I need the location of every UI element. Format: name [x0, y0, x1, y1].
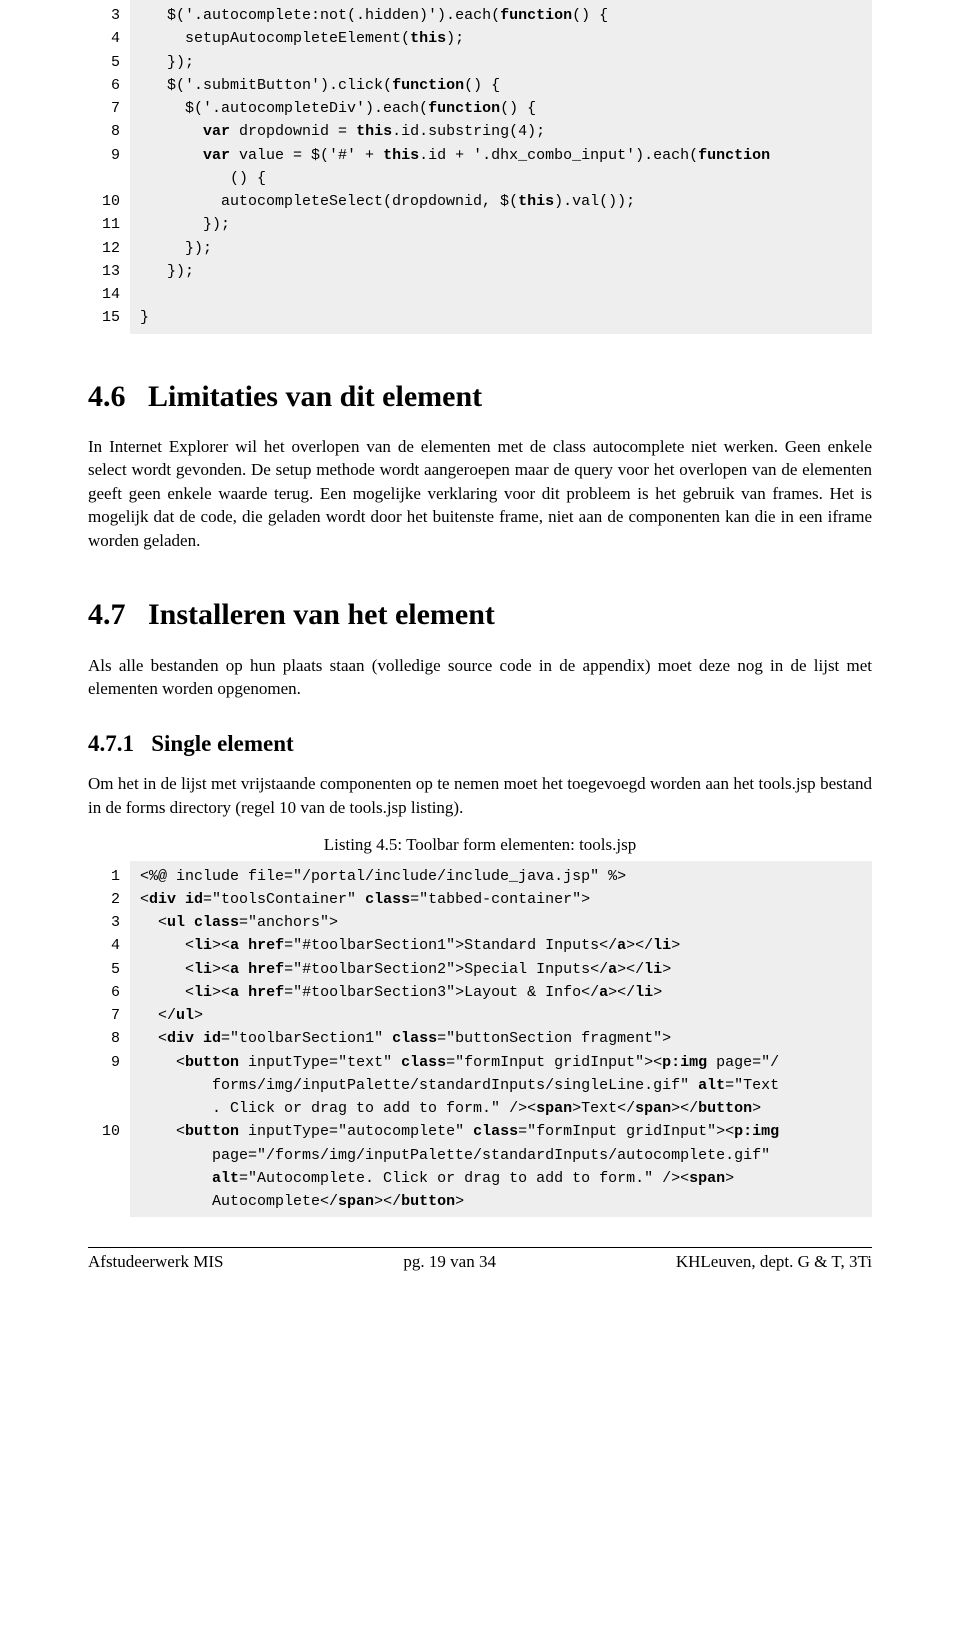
code-listing-2: 1 2 3 4 5 6 7 8 9 10 <%@ include file="/… — [88, 861, 872, 1218]
section-title: Installeren van het element — [148, 598, 495, 631]
page: 3 4 5 6 7 8 9 10 11 12 13 14 15 $('.auto… — [0, 0, 960, 1314]
section-number: 4.7 — [88, 598, 126, 631]
listing-caption: Listing 4.5: Toolbar form elementen: too… — [88, 833, 872, 856]
section-4-7-body: Als alle bestanden op hun plaats staan (… — [88, 654, 872, 701]
subsection-title: Single element — [151, 731, 293, 756]
footer-center: pg. 19 van 34 — [403, 1250, 496, 1273]
line-number-gutter: 1 2 3 4 5 6 7 8 9 10 — [88, 861, 130, 1218]
line-number-gutter: 3 4 5 6 7 8 9 10 11 12 13 14 15 — [88, 0, 130, 334]
section-4-6-heading: 4.6 Limitaties van dit element — [88, 376, 872, 417]
page-footer: Afstudeerwerk MIS pg. 19 van 34 KHLeuven… — [88, 1250, 872, 1273]
footer-right: KHLeuven, dept. G & T, 3Ti — [676, 1250, 872, 1273]
code-listing-1: 3 4 5 6 7 8 9 10 11 12 13 14 15 $('.auto… — [88, 0, 872, 334]
section-4-7-heading: 4.7 Installeren van het element — [88, 594, 872, 635]
subsection-4-7-1-heading: 4.7.1 Single element — [88, 728, 872, 760]
subsection-4-7-1-body: Om het in de lijst met vrijstaande compo… — [88, 772, 872, 819]
section-4-6-body: In Internet Explorer wil het overlopen v… — [88, 435, 872, 552]
subsection-number: 4.7.1 — [88, 731, 134, 756]
section-title: Limitaties van dit element — [148, 380, 482, 413]
code-block: $('.autocomplete:not(.hidden)').each(fun… — [130, 0, 872, 334]
footer-left: Afstudeerwerk MIS — [88, 1250, 224, 1273]
code-block: <%@ include file="/portal/include/includ… — [130, 861, 872, 1218]
footer-rule — [88, 1247, 872, 1248]
section-number: 4.6 — [88, 380, 126, 413]
